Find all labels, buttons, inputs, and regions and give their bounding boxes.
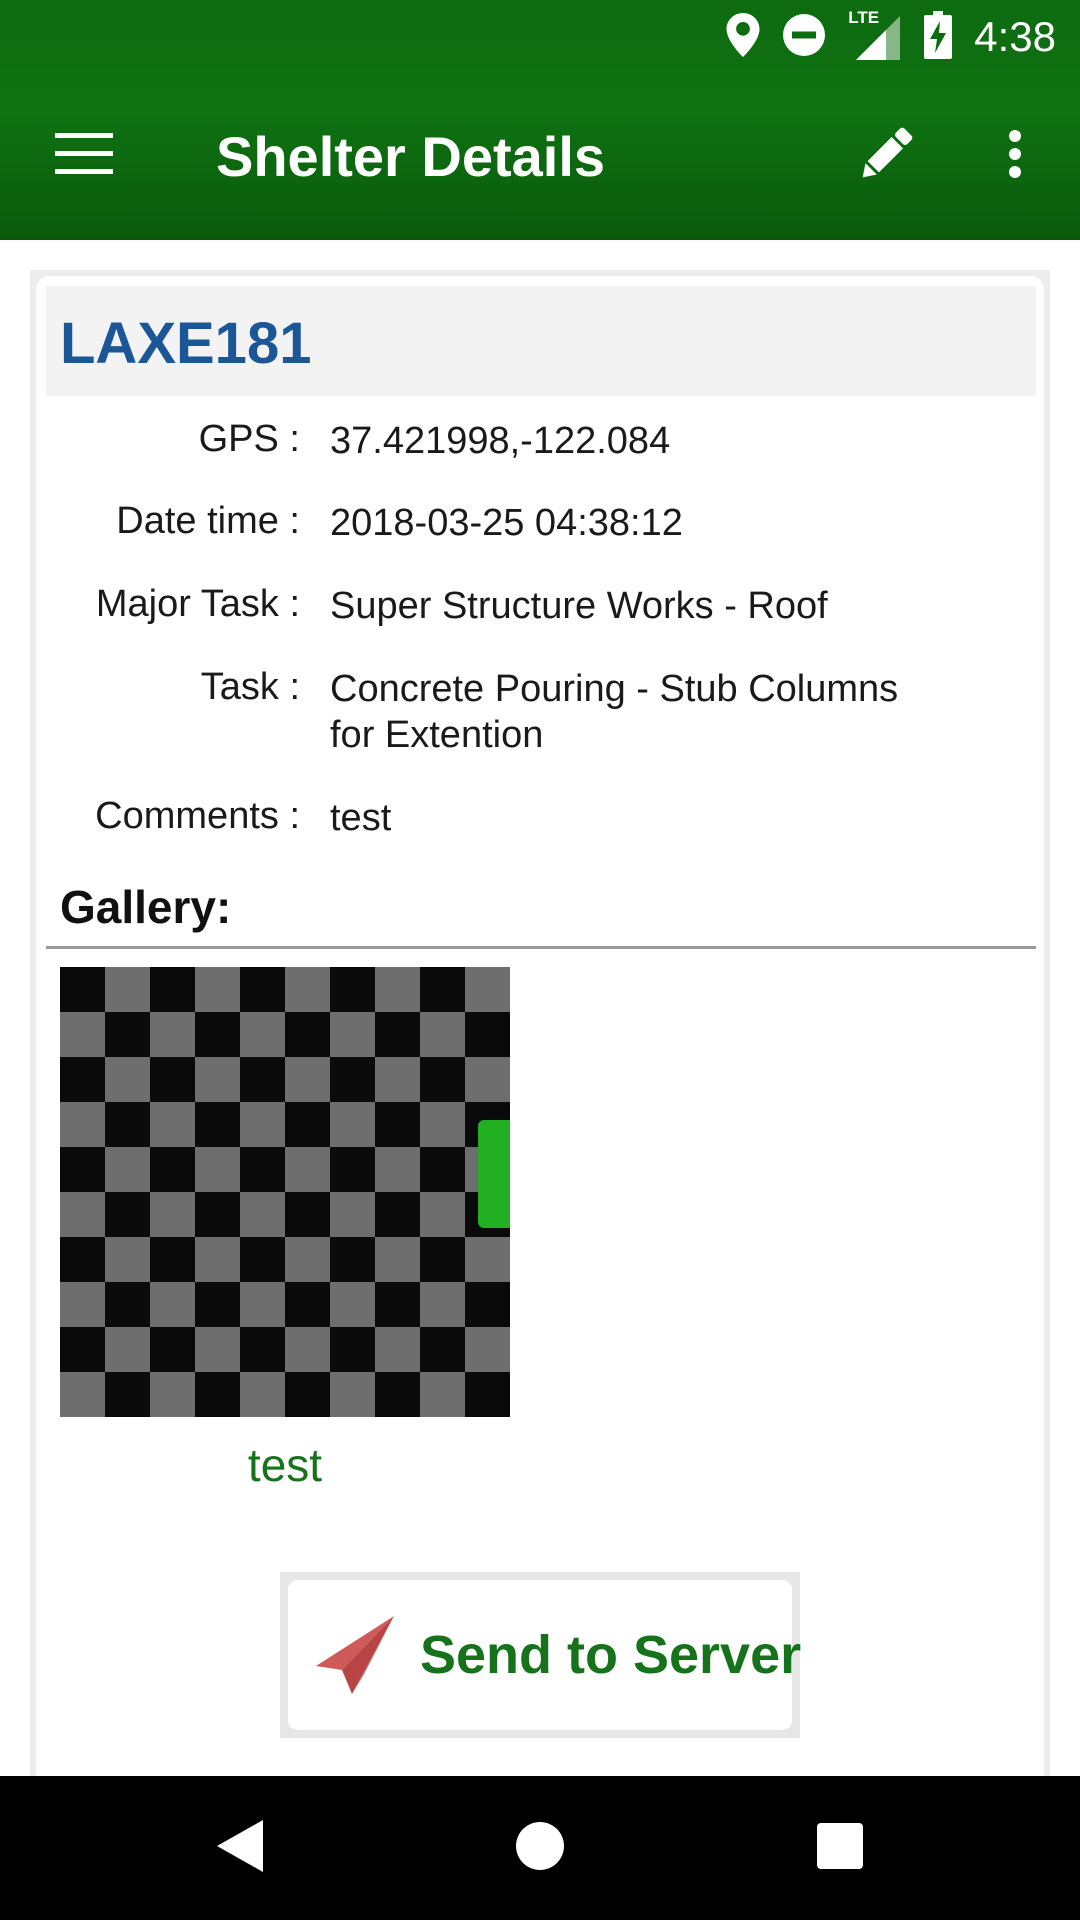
gallery-caption: test (247, 1439, 323, 1491)
comments-value: test (330, 797, 392, 839)
recents-button[interactable] (790, 1798, 890, 1898)
gps-label: GPS : (198, 418, 300, 460)
menu-button[interactable] (40, 120, 128, 192)
major-task-label: Major Task : (95, 583, 300, 625)
date-time-value: 2018-03-25 04:38:12 (330, 502, 683, 544)
task-value: Concrete Pouring - Stub Columns for Exte… (330, 668, 899, 756)
home-icon (515, 1821, 565, 1876)
location-icon (726, 12, 760, 62)
more-options-button[interactable] (980, 116, 1050, 196)
back-icon (217, 1819, 263, 1877)
comments-label: Comments : (95, 795, 300, 837)
more-vert-icon (1008, 129, 1022, 184)
status-icons: LTE 4:38 (726, 8, 1056, 64)
home-button[interactable] (490, 1798, 590, 1898)
thumbnail-image (60, 967, 510, 1417)
navigation-bar (0, 1776, 1080, 1920)
edit-button[interactable] (846, 116, 926, 196)
menu-icon (55, 132, 113, 180)
toolbar: Shelter Details (0, 72, 1080, 240)
date-time-label: Date time : (116, 500, 300, 542)
battery-charging-icon (924, 10, 953, 64)
task-label: Task : (200, 666, 300, 708)
shelter-id: LAXE181 (60, 311, 312, 376)
lte-signal-icon: LTE (848, 8, 902, 62)
paper-plane-icon (312, 1612, 398, 1698)
do-not-disturb-icon (782, 13, 826, 62)
send-button-label: Send to Server (420, 1625, 802, 1685)
send-to-server-button[interactable]: Send to Server (288, 1580, 801, 1730)
major-task-value: Super Structure Works - Roof (330, 585, 828, 627)
back-button[interactable] (190, 1798, 290, 1898)
status-bar: LTE 4:38 (0, 0, 1080, 72)
edit-pencil-icon (853, 121, 919, 192)
network-label: LTE (848, 8, 880, 27)
gallery-divider (46, 946, 1036, 949)
status-time: 4:38 (974, 13, 1056, 60)
gps-value: 37.421998,-122.084 (330, 420, 671, 462)
page-title: Shelter Details (216, 125, 606, 188)
gallery-heading: Gallery: (60, 881, 232, 933)
gallery-thumbnail[interactable] (60, 967, 510, 1417)
app-bar: LTE 4:38 Shelter Details (0, 0, 1080, 240)
recents-icon (817, 1822, 863, 1874)
